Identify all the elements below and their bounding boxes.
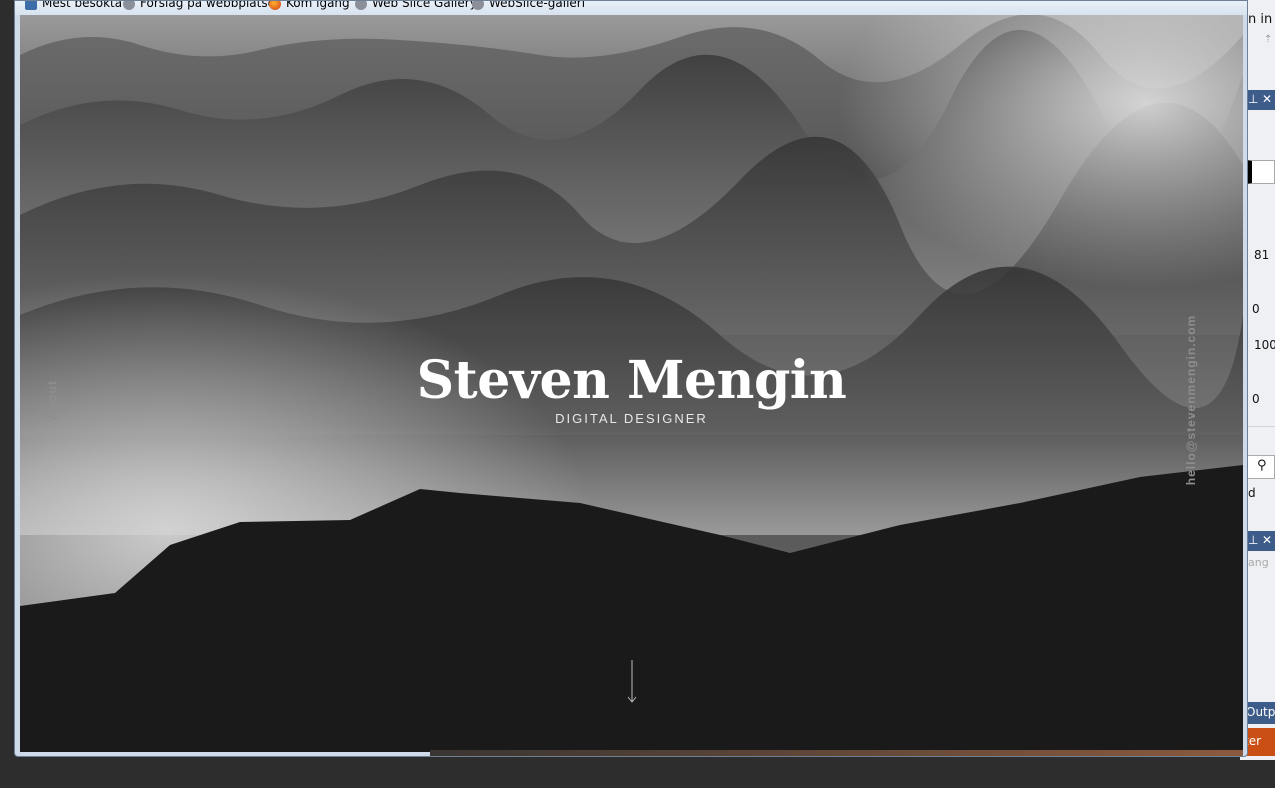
globe-icon [123,1,135,10]
ide-value: 0 [1252,392,1260,406]
ide-list-fragment: d [1248,486,1256,500]
ide-value: 81 [1254,248,1270,262]
page-viewport: Steven Mengin DIGITAL DESIGNER About hel… [20,15,1243,752]
favorite-label: Mest besökta [42,1,123,10]
ide-divider [1246,426,1275,449]
ide-search-box[interactable]: ⚲ [1246,455,1275,479]
favorites-bar: Mest besökta Förslag på webbplatser Kom … [15,1,1247,15]
firefox-icon [269,1,281,10]
favorite-label: Förslag på webbplatser [140,1,280,10]
email-link[interactable]: hello@stevenmengin.com [1184,315,1198,485]
favorite-label: WebSlice-galleri [489,1,586,10]
pin-icon[interactable]: ⊥ [1248,92,1258,106]
about-link[interactable]: About [45,380,59,420]
ide-pane-header: ⊥ ✕ [1246,90,1275,110]
close-icon[interactable]: ✕ [1262,533,1272,547]
ide-title-fragment: n in [1248,12,1273,27]
search-icon: ⚲ [1257,458,1267,473]
ide-input-fragment: ang [1248,556,1269,569]
browser-window: Mest besökta Förslag på webbplatser Kom … [14,0,1248,757]
down-arrow-icon[interactable] [625,660,639,704]
ide-pane-header: ⊥ ✕ [1246,531,1275,551]
taskbar-strip [430,750,1243,756]
scroll-up-icon[interactable]: ⇡ [1264,34,1272,54]
favorite-item[interactable]: WebSlice-galleri [472,1,585,10]
ide-value: 0 [1252,302,1260,316]
ide-input-box[interactable] [1246,160,1275,184]
favorites-star-icon [25,1,37,10]
pin-icon[interactable]: ⊥ [1248,533,1258,547]
favorite-item[interactable]: Förslag på webbplatser [123,1,280,10]
globe-icon [355,1,367,10]
globe-icon [472,1,484,10]
favorite-item[interactable]: Mest besökta [25,1,122,10]
close-icon[interactable]: ✕ [1262,92,1272,106]
site-tagline: DIGITAL DESIGNER [555,411,708,426]
favorite-item[interactable]: Web Slice Gallery [355,1,477,10]
favorite-label: Kom igång [286,1,350,10]
site-title: Steven Mengin [416,350,847,411]
ide-value: 100 [1254,338,1275,352]
favorite-label: Web Slice Gallery [372,1,477,10]
favorite-item[interactable]: Kom igång [269,1,350,10]
